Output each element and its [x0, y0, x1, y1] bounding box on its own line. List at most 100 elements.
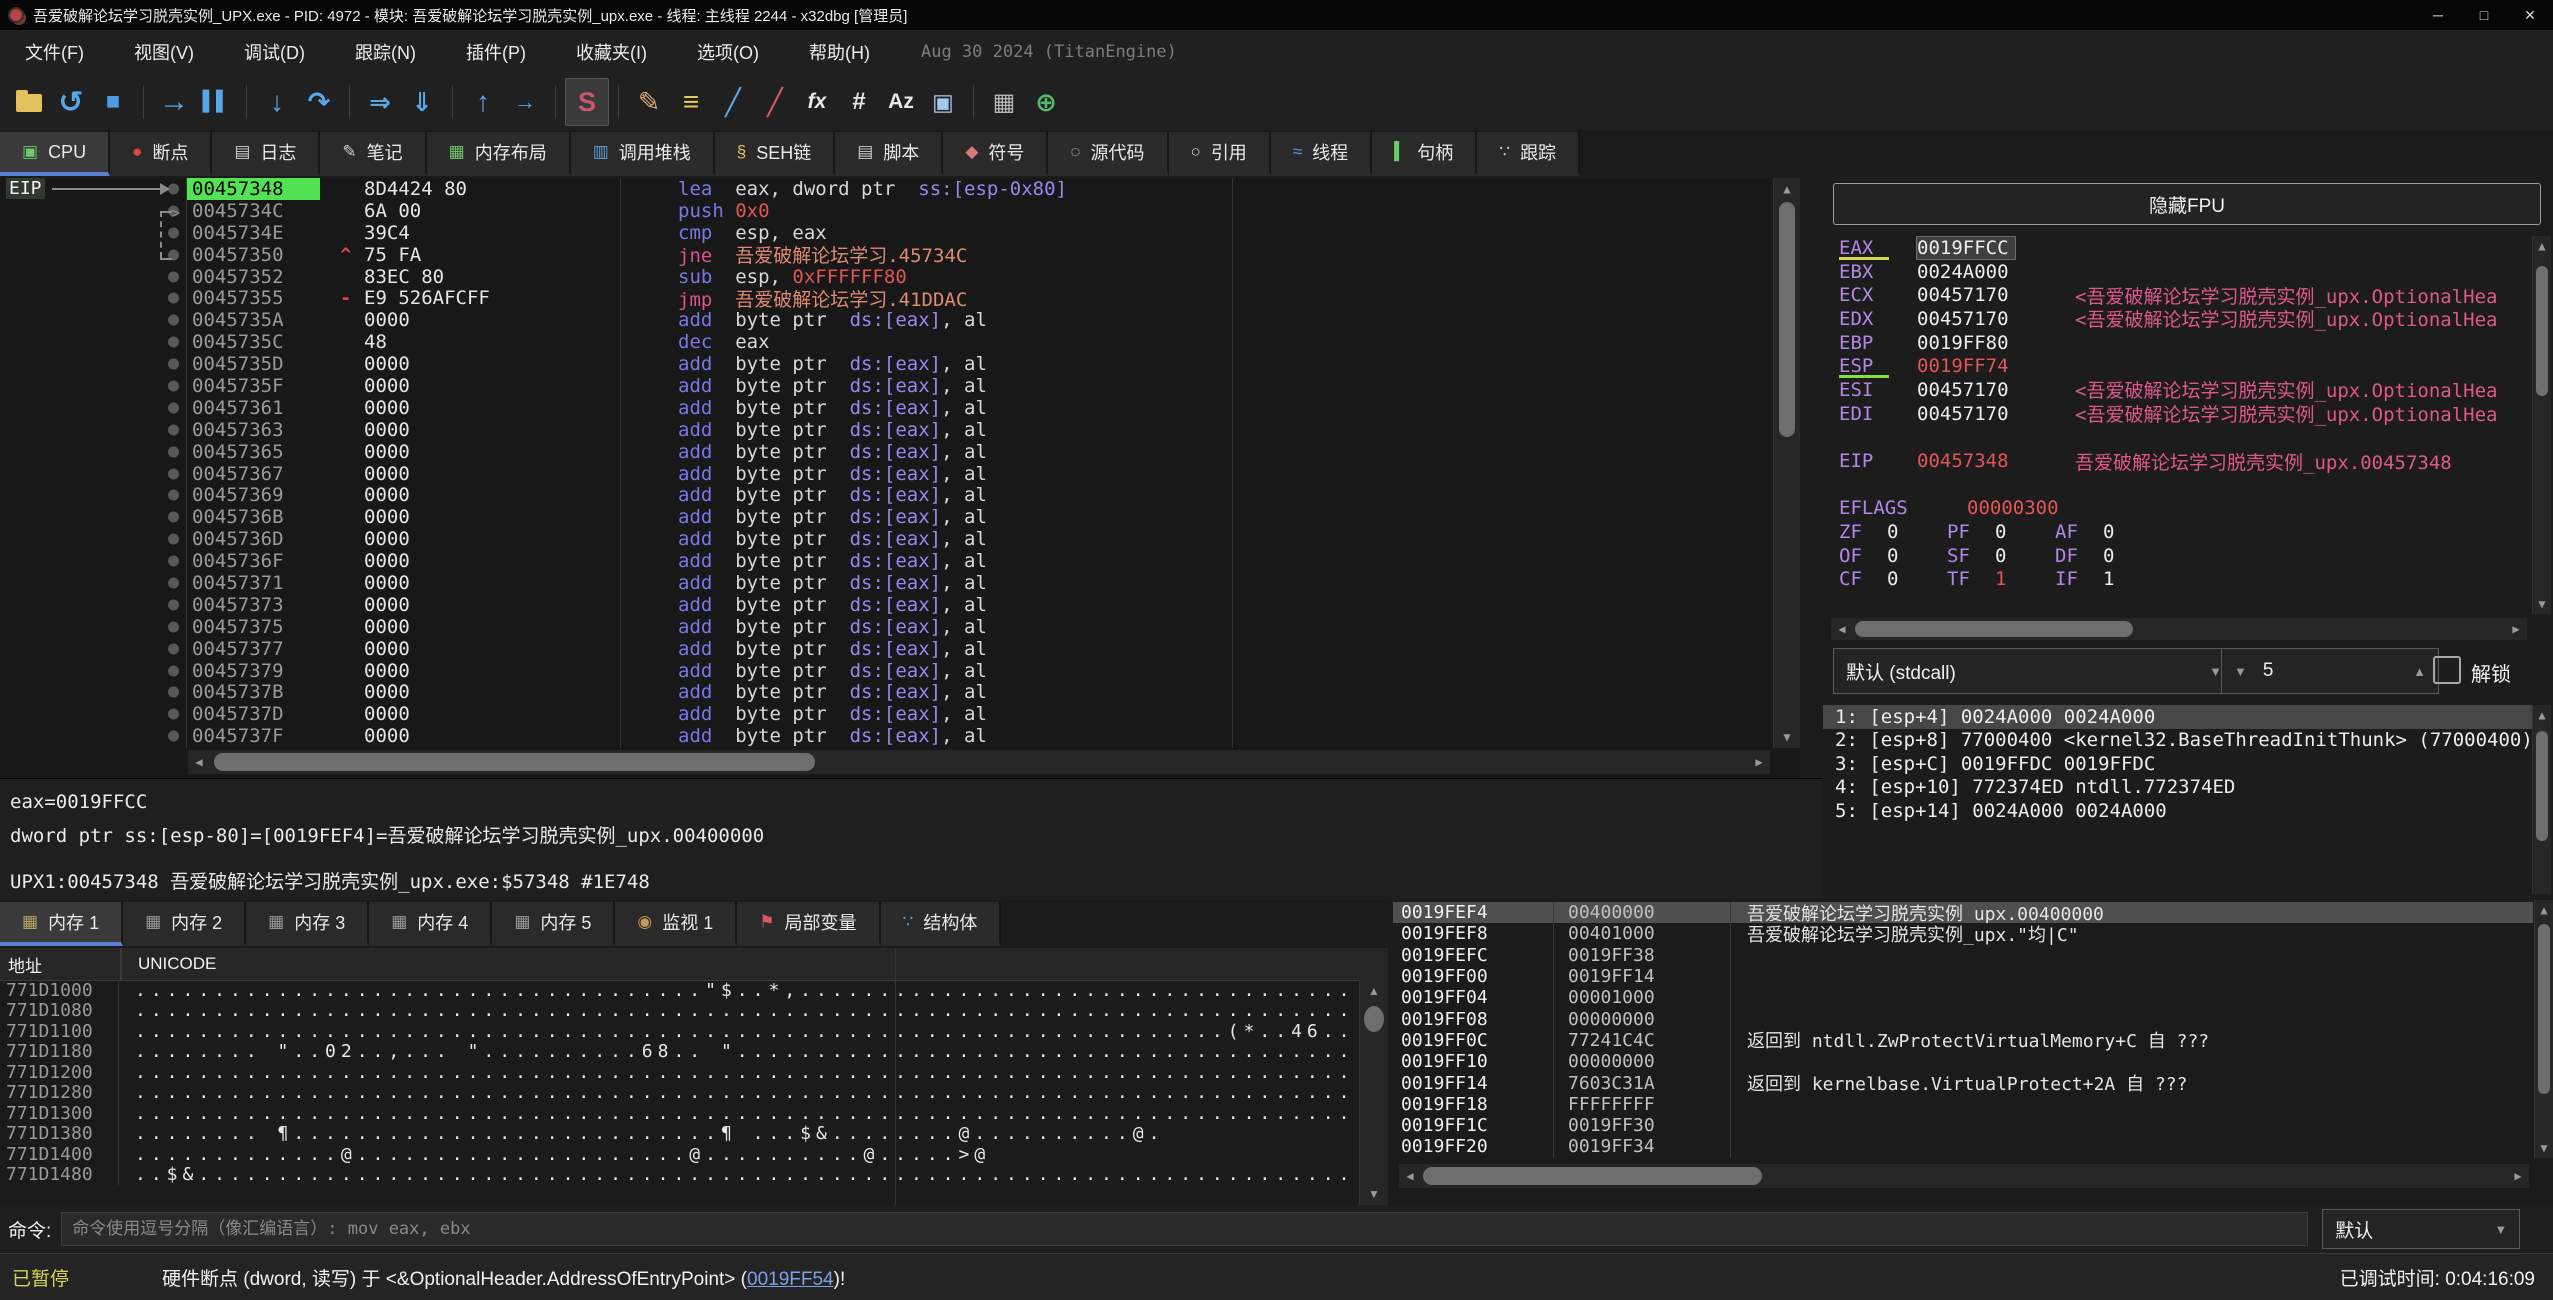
register-row[interactable]: ECX00457170<吾爱破解论坛学习脱壳实例_upx.OptionalHea — [1823, 283, 2533, 307]
restart-icon[interactable]: ↺ — [50, 79, 92, 125]
stack-row[interactable]: 0019FEFC0019FF38 — [1393, 945, 2533, 966]
disasm-row[interactable]: 00457355-E9 526AFCFFjmp 吾爱破解论坛学习.41DDAC — [0, 287, 1774, 309]
tab-dump4[interactable]: ▦内存 4 — [369, 902, 492, 946]
dump-row[interactable]: 771D1300................................… — [0, 1103, 1354, 1124]
register-row[interactable]: EBX0024A000 — [1823, 260, 2533, 284]
argument-row[interactable]: 3: [esp+C] 0019FFDC 0019FFDC — [1823, 752, 2533, 776]
run-to-user-code-icon[interactable]: → — [504, 79, 546, 125]
register-row[interactable]: ESP0019FF74 — [1823, 354, 2533, 378]
scroll-up-icon[interactable] — [1774, 182, 1800, 196]
memory-grid-icon[interactable]: ▦ — [983, 79, 1025, 125]
execute-till-return-icon[interactable]: ⇓ — [401, 79, 443, 125]
disasm-row[interactable]: 0045737F0000add byte ptr ds:[eax], al — [0, 725, 1774, 747]
stack-row[interactable]: 0019FF1C0019FF30 — [1393, 1115, 2533, 1136]
tab-log[interactable]: ▤日志 — [212, 132, 320, 176]
disasm-row[interactable]: 004573610000add byte ptr ds:[eax], al — [0, 397, 1774, 419]
breakpoint-dot-icon[interactable] — [168, 512, 179, 523]
register-row[interactable]: EIP00457348吾爱破解论坛学习脱壳实例_upx.00457348 — [1823, 449, 2533, 473]
disasm-row[interactable]: 0045735C48dec eax — [0, 331, 1774, 353]
breakpoint-dot-icon[interactable] — [168, 534, 179, 545]
disasm-row[interactable]: 004573770000add byte ptr ds:[eax], al — [0, 638, 1774, 660]
stop-icon[interactable]: ■ — [92, 79, 134, 125]
argument-row[interactable]: 5: [esp+14] 0024A000 0024A000 — [1823, 799, 2533, 823]
stack-row[interactable]: 0019FF0C77241C4C返回到 ntdll.ZwProtectVirtu… — [1393, 1030, 2533, 1051]
scroll-down-icon[interactable] — [2535, 1141, 2553, 1155]
disasm-row[interactable]: 0045735A0000add byte ptr ds:[eax], al — [0, 309, 1774, 331]
tab-dump1[interactable]: ▦内存 1 — [0, 902, 123, 946]
tab-call-stack[interactable]: ▥调用堆栈 — [571, 132, 715, 176]
unlock-checkbox[interactable] — [2433, 656, 2461, 684]
tab-notes[interactable]: ✎笔记 — [320, 132, 426, 176]
disasm-row[interactable]: 004573488D4424 80lea eax, dword ptr ss:[… — [0, 178, 1774, 200]
dump-row[interactable]: 771D1280................................… — [0, 1083, 1354, 1104]
pause-icon[interactable]: ▌▌ — [195, 79, 237, 125]
register-row[interactable]: EDI00457170<吾爱破解论坛学习脱壳实例_upx.OptionalHea — [1823, 402, 2533, 426]
tab-trace[interactable]: ∵跟踪 — [1477, 132, 1580, 176]
scroll-down-icon[interactable] — [1360, 1187, 1388, 1201]
disasm-row[interactable]: 0045737B0000add byte ptr ds:[eax], al — [0, 681, 1774, 703]
tab-locals[interactable]: ⚑局部变量 — [737, 902, 880, 946]
disasm-row[interactable]: 004573670000add byte ptr ds:[eax], al — [0, 463, 1774, 485]
flags-row[interactable]: CF0TF1IF1 — [1839, 568, 2533, 592]
registers-horizontal-scrollbar[interactable] — [1831, 618, 2527, 640]
close-button[interactable]: ✕ — [2507, 0, 2553, 30]
dump-row[interactable]: 771D1380........ ¶......................… — [0, 1124, 1354, 1145]
breakpoint-dot-icon[interactable] — [168, 293, 179, 304]
register-row[interactable] — [1823, 426, 2533, 450]
stack-row[interactable]: 0019FF0800000000 — [1393, 1008, 2533, 1029]
disasm-row[interactable]: 0045736F0000add byte ptr ds:[eax], al — [0, 550, 1774, 572]
breakpoint-dot-icon[interactable] — [168, 599, 179, 610]
tab-handles[interactable]: ▍句柄 — [1372, 132, 1477, 176]
dump-row[interactable]: 771D1100................................… — [0, 1021, 1354, 1042]
breakpoint-dot-icon[interactable] — [168, 359, 179, 370]
open-file-icon[interactable] — [8, 79, 50, 125]
highlight-pen-blue-icon[interactable]: ╱ — [712, 79, 754, 125]
functions-icon[interactable]: fx — [796, 79, 838, 125]
disasm-row[interactable]: 004573630000add byte ptr ds:[eax], al — [0, 419, 1774, 441]
scroll-up-icon[interactable] — [2533, 708, 2551, 722]
step-over-icon[interactable]: ↷ — [298, 79, 340, 125]
breakpoint-dot-icon[interactable] — [168, 227, 179, 238]
tab-dump3[interactable]: ▦内存 3 — [246, 902, 369, 946]
breakpoint-dot-icon[interactable] — [168, 402, 179, 413]
dump-row[interactable]: 771D1400.............@..................… — [0, 1144, 1354, 1165]
memory-dump-panel[interactable]: ▦内存 1▦内存 2▦内存 3▦内存 4▦内存 5◉监视 1⚑局部变量∵结构体 … — [0, 900, 1388, 1205]
scroll-thumb[interactable] — [2538, 924, 2550, 1094]
register-row[interactable]: EAX0019FFCC — [1823, 236, 2533, 260]
scroll-down-icon[interactable] — [2533, 597, 2551, 611]
stack-row[interactable]: 0019FF0400001000 — [1393, 987, 2533, 1008]
stepper-down-icon[interactable] — [2234, 664, 2247, 679]
disassembly-panel[interactable]: 004573488D4424 80lea eax, dword ptr ss:[… — [0, 178, 1800, 778]
breakpoint-dot-icon[interactable] — [168, 665, 179, 676]
scroll-left-icon[interactable] — [192, 755, 206, 769]
breakpoint-dot-icon[interactable] — [168, 709, 179, 720]
tab-dump2[interactable]: ▦内存 2 — [123, 902, 246, 946]
scroll-thumb[interactable] — [1855, 621, 2133, 637]
hide-fpu-button[interactable]: 隐藏FPU — [1833, 183, 2541, 225]
breakpoint-dot-icon[interactable] — [168, 490, 179, 501]
minimize-button[interactable]: ─ — [2415, 0, 2461, 30]
tab-struct[interactable]: ∵结构体 — [881, 902, 1002, 946]
step-out-icon[interactable]: ↑ — [462, 79, 504, 125]
disasm-row[interactable]: 0045734C6A 00push 0x0 — [0, 200, 1774, 222]
status-address-link[interactable]: 0019FF54 — [747, 1269, 834, 1290]
stack-horizontal-scrollbar[interactable] — [1399, 1164, 2529, 1188]
breakpoint-dot-icon[interactable] — [168, 643, 179, 654]
menu-item[interactable]: 收藏夹(I) — [551, 30, 672, 74]
disasm-row[interactable]: 0045735F0000add byte ptr ds:[eax], al — [0, 375, 1774, 397]
menu-item[interactable]: 文件(F) — [0, 30, 109, 74]
register-row[interactable]: EFLAGS00000300 — [1823, 497, 2533, 521]
argument-row[interactable]: 4: [esp+10] 772374ED ntdll.772374ED — [1823, 776, 2533, 800]
flags-row[interactable]: ZF0PF0AF0 — [1839, 520, 2533, 544]
animate-into-icon[interactable]: S — [565, 78, 609, 126]
disasm-row[interactable]: 0045736D0000add byte ptr ds:[eax], al — [0, 528, 1774, 550]
disasm-row[interactable]: 004573730000add byte ptr ds:[eax], al — [0, 594, 1774, 616]
tab-watch1[interactable]: ◉监视 1 — [615, 902, 737, 946]
stack-panel[interactable]: 0019FEF400400000吾爱破解论坛学习脱壳实例_upx.0040000… — [1393, 900, 2553, 1205]
scroll-thumb[interactable] — [1423, 1167, 1762, 1185]
dump-row[interactable]: 771D1080................................… — [0, 1001, 1354, 1022]
menu-item[interactable]: 视图(V) — [109, 30, 219, 74]
disasm-horizontal-scrollbar[interactable] — [188, 750, 1770, 774]
command-profile-select[interactable]: 默认 — [2322, 1209, 2520, 1249]
dump-row[interactable]: 771D1000................................… — [0, 980, 1354, 1001]
